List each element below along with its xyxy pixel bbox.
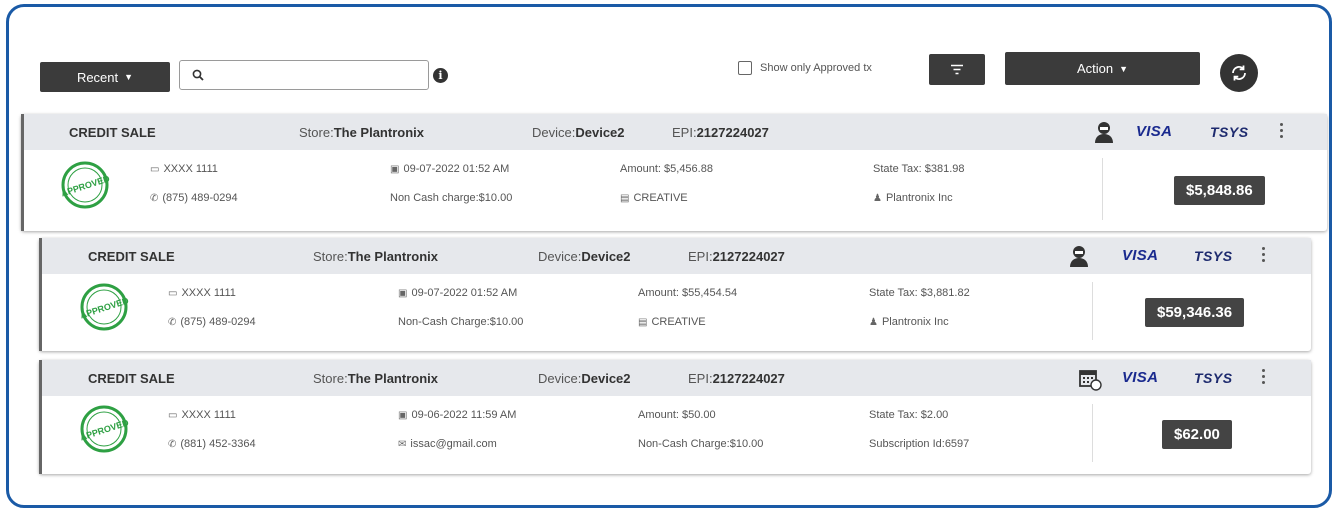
state-tax: State Tax: $381.98 <box>873 163 965 175</box>
customer: ♟ Plantronix Inc <box>873 192 953 204</box>
epi-field: EPI:2127224027 <box>672 125 769 140</box>
device-field: Device:Device2 <box>532 125 625 140</box>
visa-logo: VISA <box>1122 247 1159 264</box>
agent-icon <box>1095 122 1113 143</box>
transaction-type: CREDIT SALE <box>69 125 156 140</box>
approved-stamp-icon: APPROVED <box>79 405 130 453</box>
checkbox-box[interactable] <box>738 61 752 75</box>
search-icon <box>192 69 204 81</box>
card-number: ▭ XXXX 1111 <box>150 163 218 175</box>
store-field: Store:The Plantronix <box>313 249 438 264</box>
approved-stamp-icon: APPROVED <box>60 161 111 209</box>
refresh-icon <box>1232 65 1246 81</box>
mail-icon: ✉ <box>398 439 407 450</box>
tsys-logo: TSYS <box>1194 370 1233 386</box>
recent-dropdown[interactable]: Recent ▼ <box>40 62 170 92</box>
merchant-tag: ▤ CREATIVE <box>620 192 688 204</box>
calendar-icon: ▣ <box>398 410 408 421</box>
divider <box>1102 158 1103 220</box>
agent-icon <box>1070 246 1088 267</box>
toolbar: Recent ▼ i Show only Approved tx Action … <box>9 7 1329 107</box>
more-options-icon[interactable] <box>1262 247 1266 265</box>
card-number: ▭ XXXX 1111 <box>168 287 236 299</box>
phone-icon: ✆ <box>150 193 159 204</box>
chevron-down-icon: ▼ <box>124 72 134 82</box>
calendar-icon: ▣ <box>390 164 400 175</box>
phone: ✆ (875) 489-0294 <box>150 192 238 204</box>
chevron-down-icon: ▼ <box>1119 63 1129 74</box>
calendar-icon <box>1079 370 1102 391</box>
approved-only-checkbox[interactable]: Show only Approved tx <box>738 61 872 75</box>
transaction-type: CREDIT SALE <box>88 371 175 386</box>
phone: ✆ (875) 489-0294 <box>168 316 256 328</box>
customer: ♟ Plantronix Inc <box>869 316 949 328</box>
divider <box>1092 404 1093 462</box>
extra-charge: Non Cash charge:$10.00 <box>390 192 513 204</box>
recent-dropdown-label: Recent <box>76 69 119 85</box>
approved-only-label: Show only Approved tx <box>760 62 872 74</box>
phone: ✆ (881) 452-3364 <box>168 438 256 450</box>
visa-logo: VISA <box>1136 123 1173 140</box>
search-box[interactable] <box>179 60 429 90</box>
transaction-card[interactable]: CREDIT SALE Store:The Plantronix Device:… <box>21 114 1327 231</box>
tsys-logo: TSYS <box>1194 248 1233 264</box>
divider <box>1092 282 1093 340</box>
amount: Amount: $5,456.88 <box>620 163 713 175</box>
person-icon: ♟ <box>873 193 882 204</box>
calendar-icon: ▣ <box>398 288 408 299</box>
epi-field: EPI:2127224027 <box>688 249 785 264</box>
id-card-icon: ▤ <box>638 317 648 328</box>
state-tax: State Tax: $2.00 <box>869 409 949 421</box>
filter-button[interactable] <box>929 54 985 85</box>
more-options-icon[interactable] <box>1262 369 1266 387</box>
info-icon[interactable]: i <box>433 68 448 83</box>
transaction-card[interactable]: CREDIT SALE Store:The Plantronix Device:… <box>39 360 1311 474</box>
state-tax: State Tax: $3,881.82 <box>869 287 970 299</box>
transaction-type: CREDIT SALE <box>88 249 175 264</box>
subscription-id: Subscription Id:6597 <box>869 438 970 450</box>
extra-charge: Non-Cash Charge:$10.00 <box>638 438 764 450</box>
action-dropdown-label: Action <box>1076 61 1114 76</box>
approved-stamp-icon: APPROVED <box>79 283 130 331</box>
tsys-logo: TSYS <box>1210 124 1249 140</box>
amount: Amount: $55,454.54 <box>638 287 738 299</box>
filter-icon <box>951 64 963 75</box>
total-amount: $5,848.86 <box>1174 176 1265 205</box>
phone-icon: ✆ <box>168 317 177 328</box>
action-dropdown[interactable]: Action ▼ <box>1005 52 1200 85</box>
total-amount: $59,346.36 <box>1145 298 1245 327</box>
credit-card-icon: ▭ <box>150 164 160 175</box>
refresh-button[interactable] <box>1220 54 1258 92</box>
app-frame: Recent ▼ i Show only Approved tx Action … <box>6 4 1332 508</box>
datetime: ▣ 09-07-2022 01:52 AM <box>390 163 510 175</box>
transaction-body: APPROVED ▭ XXXX 1111 ✆ (875) 489-0294 ▣ 09-… <box>39 274 1311 351</box>
device-field: Device:Device2 <box>538 249 631 264</box>
transaction-header: CREDIT SALE Store:The Plantronix Device:… <box>39 238 1311 274</box>
total-amount: $62.00 <box>1162 420 1232 449</box>
datetime: ▣ 09-06-2022 11:59 AM <box>398 409 517 421</box>
id-card-icon: ▤ <box>620 193 630 204</box>
amount: Amount: $50.00 <box>638 409 716 421</box>
credit-card-icon: ▭ <box>168 410 178 421</box>
transaction-header: CREDIT SALE Store:The Plantronix Device:… <box>21 114 1327 150</box>
device-field: Device:Device2 <box>538 371 631 386</box>
card-number: ▭ XXXX 1111 <box>168 409 236 421</box>
visa-logo: VISA <box>1122 369 1159 386</box>
datetime: ▣ 09-07-2022 01:52 AM <box>398 287 518 299</box>
epi-field: EPI:2127224027 <box>688 371 785 386</box>
transaction-card[interactable]: CREDIT SALE Store:The Plantronix Device:… <box>39 238 1311 351</box>
phone-icon: ✆ <box>168 439 177 450</box>
transaction-header: CREDIT SALE Store:The Plantronix Device:… <box>39 360 1311 396</box>
more-options-icon[interactable] <box>1280 123 1284 141</box>
merchant-tag: ▤ CREATIVE <box>638 316 706 328</box>
credit-card-icon: ▭ <box>168 288 178 299</box>
email: ✉ issac@gmail.com <box>398 438 497 450</box>
person-icon: ♟ <box>869 317 878 328</box>
search-input[interactable] <box>214 67 414 83</box>
transaction-body: APPROVED ▭ XXXX 1111 ✆ (875) 489-0294 ▣ 09-… <box>21 150 1327 231</box>
transaction-body: APPROVED ▭ XXXX 1111 ✆ (881) 452-3364 ▣ 09-… <box>39 396 1311 474</box>
extra-charge: Non-Cash Charge:$10.00 <box>398 316 524 328</box>
store-field: Store:The Plantronix <box>313 371 438 386</box>
store-field: Store:The Plantronix <box>299 125 424 140</box>
